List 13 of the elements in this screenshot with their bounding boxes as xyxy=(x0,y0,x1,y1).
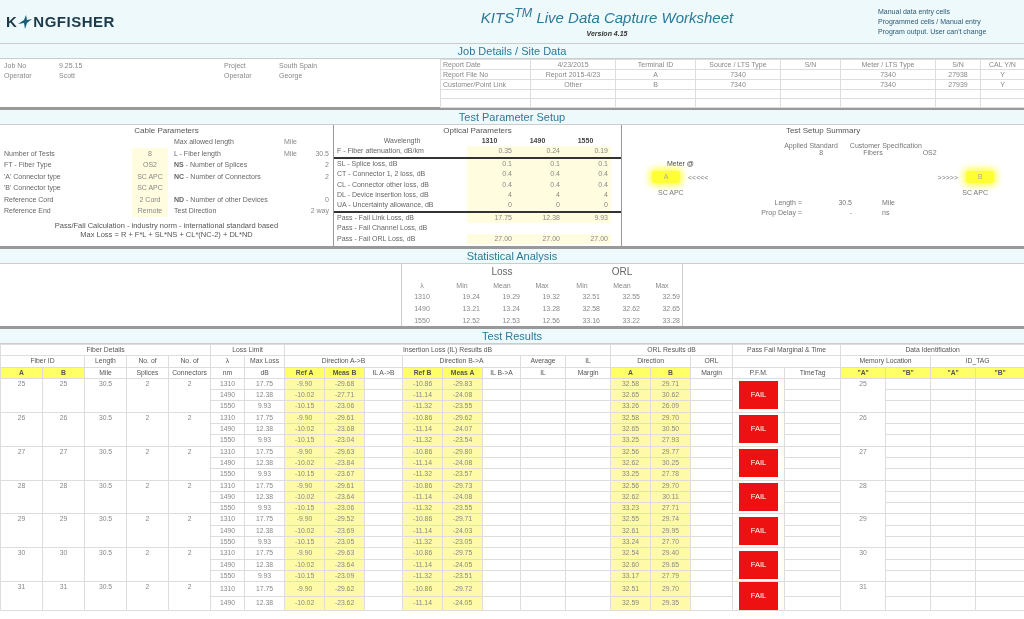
panel-title: Test Setup Summary xyxy=(784,125,862,136)
bird-icon xyxy=(17,13,34,30)
logo-text: K xyxy=(6,13,18,30)
group-header: ORL xyxy=(562,264,683,280)
worksheet-title: KITS$^{TM}$ Live Data Capture Worksheet xyxy=(479,6,735,26)
logo-text: NGFISHER xyxy=(33,13,115,30)
section-header: Test Parameter Setup xyxy=(0,108,1024,125)
section-header: Test Results xyxy=(0,327,1024,344)
panel-title: Optical Parameters xyxy=(442,125,513,136)
panel-title: Cable Parameters xyxy=(133,125,200,136)
section-header: Statistical Analysis xyxy=(0,247,1024,264)
section-header: Job Details / Site Data xyxy=(0,44,1024,59)
group-header: Loss xyxy=(490,264,514,279)
